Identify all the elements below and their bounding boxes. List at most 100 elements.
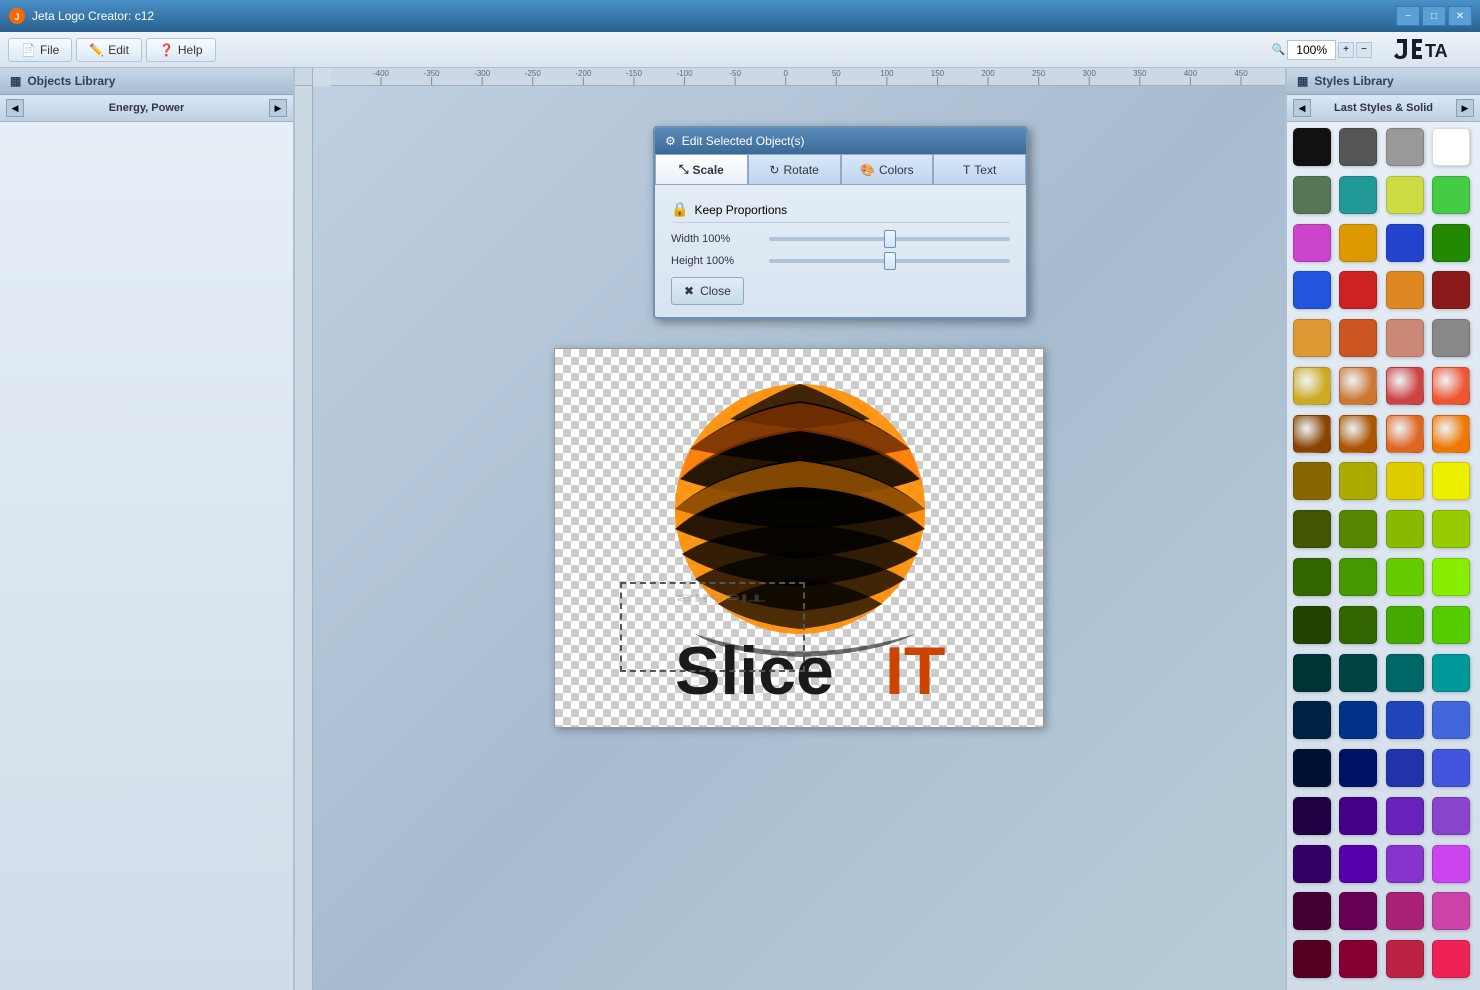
color-swatch[interactable] [1339,415,1377,453]
color-swatch[interactable] [1432,940,1470,978]
color-swatch[interactable] [1339,654,1377,692]
color-swatch[interactable] [1432,271,1470,309]
edit-menu[interactable]: ✏️ Edit [76,38,142,62]
color-swatch[interactable] [1386,749,1424,787]
color-swatch[interactable] [1432,845,1470,883]
tab-rotate[interactable]: ↻ Rotate [748,154,841,184]
color-swatch[interactable] [1432,892,1470,930]
color-swatch[interactable] [1293,558,1331,596]
color-swatch[interactable] [1339,749,1377,787]
color-swatch[interactable] [1386,462,1424,500]
color-swatch[interactable] [1386,940,1424,978]
color-swatch[interactable] [1432,558,1470,596]
close-button[interactable]: ✖ Close [671,277,744,305]
color-swatch[interactable] [1339,176,1377,214]
color-swatch[interactable] [1293,319,1331,357]
color-swatch[interactable] [1386,128,1424,166]
help-label: Help [178,43,203,57]
color-swatch[interactable] [1432,319,1470,357]
color-swatch[interactable] [1432,367,1470,405]
file-menu[interactable]: 📄 File [8,38,72,62]
keep-proportions-row: 🔒 Keep Proportions [671,197,1010,223]
color-swatch[interactable] [1386,510,1424,548]
color-swatch[interactable] [1432,128,1470,166]
color-swatch[interactable] [1432,797,1470,835]
color-swatch[interactable] [1386,654,1424,692]
color-swatch[interactable] [1432,176,1470,214]
color-swatch[interactable] [1386,892,1424,930]
color-swatch[interactable] [1386,367,1424,405]
color-swatch[interactable] [1386,701,1424,739]
color-swatch[interactable] [1293,462,1331,500]
color-swatch[interactable] [1293,845,1331,883]
tab-scale[interactable]: ⤡ Scale [655,154,748,184]
color-swatch[interactable] [1339,510,1377,548]
color-swatch[interactable] [1432,606,1470,644]
color-swatch[interactable] [1293,271,1331,309]
color-swatch[interactable] [1386,271,1424,309]
icon-grid-container[interactable] [0,122,293,990]
color-swatch[interactable] [1386,224,1424,262]
styles-library-title: Styles Library [1314,74,1393,88]
tab-colors[interactable]: 🎨 Colors [841,154,934,184]
dialog-title: ⚙ Edit Selected Object(s) [655,128,1026,154]
color-swatch[interactable] [1293,128,1331,166]
close-button[interactable]: ✕ [1448,6,1472,26]
color-swatch[interactable] [1293,749,1331,787]
color-swatch[interactable] [1293,892,1331,930]
color-swatch[interactable] [1339,606,1377,644]
color-swatch[interactable] [1432,224,1470,262]
color-swatch[interactable] [1339,367,1377,405]
logo-canvas[interactable]: Slice IT SliceIT [554,348,1044,728]
color-swatch[interactable] [1339,462,1377,500]
color-swatch[interactable] [1432,701,1470,739]
color-swatch[interactable] [1386,176,1424,214]
help-menu[interactable]: ❓ Help [146,38,216,62]
color-swatch[interactable] [1293,415,1331,453]
color-swatch[interactable] [1339,797,1377,835]
color-swatch[interactable] [1432,510,1470,548]
color-swatch[interactable] [1339,271,1377,309]
color-swatch[interactable] [1339,558,1377,596]
edit-dialog: ⚙ Edit Selected Object(s) ⤡ Scale ↻ Rota… [653,126,1028,319]
color-swatch[interactable] [1293,797,1331,835]
color-swatch[interactable] [1339,940,1377,978]
color-swatch[interactable] [1432,654,1470,692]
color-swatch[interactable] [1293,654,1331,692]
color-swatch[interactable] [1386,415,1424,453]
color-swatch[interactable] [1386,606,1424,644]
library-prev-button[interactable]: ◀ [6,99,24,117]
tab-text[interactable]: T Text [933,154,1026,184]
color-swatch[interactable] [1432,415,1470,453]
color-swatch[interactable] [1339,701,1377,739]
styles-next-button[interactable]: ▶ [1456,99,1474,117]
maximize-button[interactable]: □ [1422,6,1446,26]
minimize-button[interactable]: − [1396,6,1420,26]
width-slider[interactable] [769,237,1010,241]
library-next-button[interactable]: ▶ [269,99,287,117]
color-swatch[interactable] [1339,845,1377,883]
color-swatch[interactable] [1386,319,1424,357]
color-swatch[interactable] [1293,701,1331,739]
height-slider[interactable] [769,259,1010,263]
color-swatch[interactable] [1339,224,1377,262]
color-swatch[interactable] [1386,845,1424,883]
color-swatch[interactable] [1293,367,1331,405]
color-swatch[interactable] [1339,128,1377,166]
color-swatch[interactable] [1293,606,1331,644]
styles-prev-button[interactable]: ◀ [1293,99,1311,117]
color-swatch[interactable] [1293,940,1331,978]
color-swatch[interactable] [1339,319,1377,357]
color-swatch[interactable] [1386,558,1424,596]
canvas-area[interactable]: Slice IT SliceIT ⚙ Edit Selected Object(… [313,86,1285,990]
svg-text:-200: -200 [575,69,592,78]
color-swatch[interactable] [1339,892,1377,930]
color-swatch[interactable] [1293,224,1331,262]
color-swatch[interactable] [1432,749,1470,787]
color-swatch[interactable] [1293,176,1331,214]
color-swatch[interactable] [1432,462,1470,500]
color-swatch[interactable] [1386,797,1424,835]
zoom-out-button[interactable]: − [1356,42,1372,58]
color-swatch[interactable] [1293,510,1331,548]
zoom-in-button[interactable]: + [1338,42,1354,58]
